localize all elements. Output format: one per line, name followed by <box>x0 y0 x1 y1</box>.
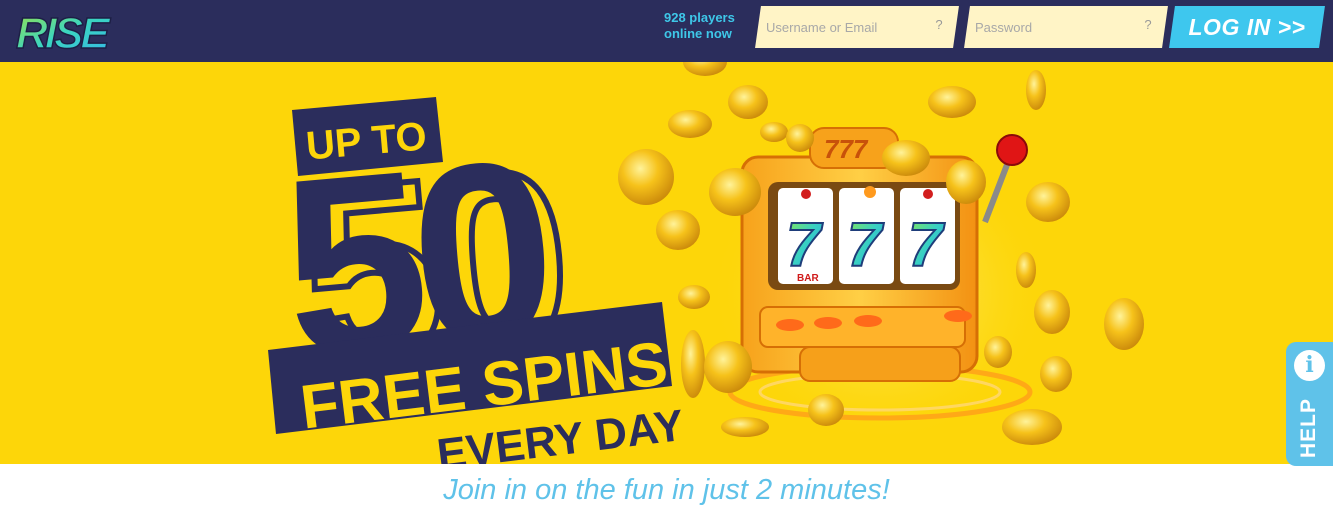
reel-1-symbol: 7 <box>786 211 823 280</box>
gold-coin <box>1016 252 1036 288</box>
promo-artwork: UP TO 50 50 FREE SPINS EVERY DAY 777 7 7… <box>268 62 1144 464</box>
gold-coin <box>656 210 700 250</box>
promo-banner[interactable]: UP TO 50 50 FREE SPINS EVERY DAY 777 7 7… <box>0 62 1333 464</box>
gold-coin <box>704 341 752 393</box>
gold-coin <box>882 140 930 176</box>
username-input[interactable] <box>766 6 928 48</box>
gold-coin <box>618 149 674 205</box>
gold-coin <box>786 124 814 152</box>
login-button[interactable]: LOG IN >> <box>1169 6 1325 48</box>
gold-coin <box>984 336 1012 368</box>
help-label: HELP <box>1297 397 1320 459</box>
cherry-symbol <box>801 189 811 199</box>
help-tab[interactable]: i HELP <box>1286 342 1333 466</box>
headline: UP TO 50 50 FREE SPINS EVERY DAY <box>268 97 686 464</box>
gold-coin <box>928 86 976 118</box>
password-help-icon[interactable]: ? <box>1144 17 1151 32</box>
gold-coin <box>1104 298 1144 350</box>
orange-symbol <box>864 186 876 198</box>
gold-coin <box>678 285 710 309</box>
gold-coin <box>1026 70 1046 110</box>
gold-coin <box>721 417 769 437</box>
password-field-wrapper: ? <box>964 6 1168 48</box>
gold-coin <box>668 110 712 138</box>
slot-top-label: 777 <box>824 134 869 164</box>
gold-coin <box>683 62 727 76</box>
username-help-icon[interactable]: ? <box>935 17 942 32</box>
password-input[interactable] <box>975 6 1137 48</box>
cherry-symbol-2 <box>923 189 933 199</box>
info-icon: i <box>1294 350 1325 381</box>
gold-coin <box>728 85 768 119</box>
username-field-wrapper: ? <box>755 6 959 48</box>
logo-text: RISE <box>16 9 111 58</box>
gold-coin <box>760 122 788 142</box>
slot-machine-illustration: 777 7 7 7 BAR <box>710 127 1050 442</box>
players-online-text: 928 players online now <box>664 10 735 41</box>
gold-coin <box>1040 356 1072 392</box>
rise-logo[interactable]: RISE <box>14 4 114 58</box>
gold-coin <box>709 168 761 216</box>
gold-coin <box>1002 409 1062 445</box>
gold-coin <box>1034 290 1070 334</box>
gold-coin <box>808 394 844 426</box>
reel-2-symbol: 7 <box>847 211 884 280</box>
reel-3-symbol: 7 <box>908 211 945 280</box>
reel-bar-label: BAR <box>797 273 819 284</box>
gold-coin <box>1026 182 1070 222</box>
gold-coin <box>681 330 705 398</box>
signup-tagline: Join in on the fun in just 2 minutes! <box>443 474 890 506</box>
login-button-label: LOG IN >> <box>1188 14 1306 40</box>
gold-coin <box>946 160 986 204</box>
top-bar: RISE 928 players online now ? ? LOG IN >… <box>0 0 1333 62</box>
